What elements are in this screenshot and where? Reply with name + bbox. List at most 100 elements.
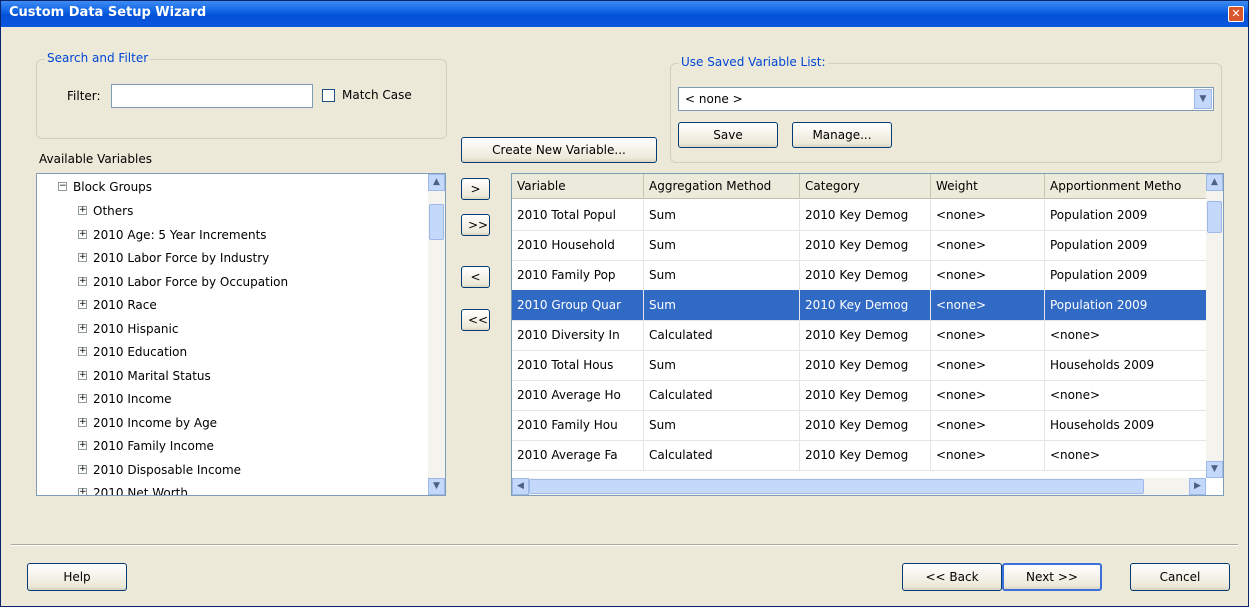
table-cell[interactable]: 2010 Key Demog [800, 380, 931, 410]
table-cell[interactable]: 2010 Family Hou [512, 410, 644, 440]
table-cell[interactable]: <none> [931, 230, 1045, 260]
expand-icon[interactable]: + [78, 300, 87, 309]
remove-button[interactable]: < [461, 266, 490, 288]
table-cell[interactable]: Households 2009 [1045, 410, 1208, 440]
table-row[interactable]: 2010 Group Quar Sum 2010 Key Demog <none> Po… [512, 290, 1208, 321]
table-cell[interactable]: Population 2009 [1045, 260, 1208, 290]
table-cell[interactable]: Sum [644, 350, 800, 380]
table-cell[interactable]: 2010 Key Demog [800, 350, 931, 380]
table-cell[interactable]: 2010 Key Demog [800, 440, 931, 470]
table-cell[interactable]: <none> [931, 380, 1045, 410]
grid-hscroll-thumb[interactable] [529, 479, 1144, 494]
collapse-icon[interactable]: − [58, 182, 67, 191]
filter-input[interactable] [111, 84, 313, 108]
available-variables-tree[interactable]: − Block Groups + Others +2010 Age: 5 Year … [36, 173, 446, 496]
table-cell[interactable]: <none> [931, 290, 1045, 320]
expand-icon[interactable]: + [78, 347, 87, 356]
table-cell[interactable]: 2010 Key Demog [800, 200, 931, 230]
column-header-weight[interactable]: Weight [931, 174, 1045, 198]
table-cell[interactable]: Population 2009 [1045, 230, 1208, 260]
table-cell[interactable]: Population 2009 [1045, 290, 1208, 320]
table-cell[interactable]: 2010 Average Fa [512, 440, 644, 470]
expand-icon[interactable]: + [78, 417, 87, 427]
help-button[interactable]: Help [27, 563, 127, 591]
table-cell[interactable]: 2010 Group Quar [512, 290, 644, 320]
scroll-down-icon[interactable]: ▼ [428, 478, 445, 495]
table-row[interactable]: 2010 Diversity In Calculated 2010 Key Demo… [512, 320, 1208, 351]
table-row[interactable]: 2010 Total Hous Sum 2010 Key Demog <none> Ho… [512, 350, 1208, 381]
column-header-aggregation[interactable]: Aggregation Method [644, 174, 800, 198]
table-cell[interactable]: <none> [1045, 380, 1208, 410]
expand-icon[interactable]: + [78, 206, 87, 215]
table-row[interactable]: 2010 Household Sum 2010 Key Demog <none> Pop… [512, 230, 1208, 261]
add-button[interactable]: > [461, 178, 490, 200]
grid-scroll-thumb[interactable] [1207, 201, 1222, 233]
table-cell[interactable]: <none> [1045, 440, 1208, 470]
table-row[interactable]: 2010 Average Ho Calculated 2010 Key Demog <… [512, 380, 1208, 411]
grid-vscroll[interactable]: ▲ ▼ [1206, 174, 1223, 478]
save-button[interactable]: Save [678, 122, 778, 148]
table-cell[interactable]: Calculated [644, 380, 800, 410]
table-cell[interactable]: 2010 Diversity In [512, 320, 644, 350]
table-cell[interactable]: 2010 Key Demog [800, 290, 931, 320]
close-icon[interactable]: ✕ [1228, 6, 1244, 22]
table-row[interactable]: 2010 Average Fa Calculated 2010 Key Demog <… [512, 440, 1208, 471]
table-cell[interactable]: 2010 Average Ho [512, 380, 644, 410]
expand-icon[interactable]: + [78, 370, 87, 380]
back-button[interactable]: << Back [902, 563, 1002, 591]
grid-hscroll[interactable]: ◀ ▶ [512, 478, 1206, 495]
expand-icon[interactable]: + [78, 441, 87, 450]
remove-all-button[interactable]: << [461, 309, 490, 331]
scroll-right-icon[interactable]: ▶ [1189, 478, 1206, 495]
table-cell[interactable]: Population 2009 [1045, 200, 1208, 230]
table-cell[interactable]: Calculated [644, 440, 800, 470]
table-cell[interactable]: 2010 Key Demog [800, 260, 931, 290]
table-row[interactable]: 2010 Family Hou Sum 2010 Key Demog <none> Ho… [512, 410, 1208, 441]
create-new-variable-button[interactable]: Create New Variable... [461, 137, 657, 163]
table-cell[interactable]: 2010 Household [512, 230, 644, 260]
add-all-button[interactable]: >> [461, 214, 490, 236]
table-cell[interactable]: 2010 Family Pop [512, 260, 644, 290]
table-cell[interactable]: <none> [1045, 320, 1208, 350]
match-case-checkbox[interactable] [322, 89, 335, 102]
table-cell[interactable]: <none> [931, 350, 1045, 380]
cancel-button[interactable]: Cancel [1130, 563, 1230, 591]
scroll-left-icon[interactable]: ◀ [512, 478, 529, 495]
table-cell[interactable]: Sum [644, 230, 800, 260]
table-cell[interactable]: <none> [931, 320, 1045, 350]
table-cell[interactable]: 2010 Total Popul [512, 200, 644, 230]
table-row[interactable]: 2010 Total Popul Sum 2010 Key Demog <none> P… [512, 200, 1208, 231]
saved-list-dropdown[interactable]: < none > ▼ [678, 87, 1214, 111]
table-cell[interactable]: <none> [931, 260, 1045, 290]
column-header-apportionment[interactable]: Apportionment Metho [1045, 174, 1208, 198]
scroll-up-icon[interactable]: ▲ [428, 174, 445, 191]
table-cell[interactable]: <none> [931, 410, 1045, 440]
expand-icon[interactable]: + [78, 229, 87, 239]
selected-variables-grid[interactable]: Variable Aggregation Method Category Wei… [511, 173, 1224, 496]
table-cell[interactable]: Sum [644, 200, 800, 230]
table-cell[interactable]: 2010 Total Hous [512, 350, 644, 380]
column-header-variable[interactable]: Variable [512, 174, 644, 198]
table-cell[interactable]: 2010 Key Demog [800, 320, 931, 350]
table-cell[interactable]: Sum [644, 260, 800, 290]
table-cell[interactable]: <none> [931, 200, 1045, 230]
expand-icon[interactable]: + [78, 464, 87, 474]
expand-icon[interactable]: + [78, 276, 87, 286]
table-cell[interactable]: Sum [644, 410, 800, 440]
scroll-up-icon[interactable]: ▲ [1206, 174, 1223, 191]
table-cell[interactable]: Calculated [644, 320, 800, 350]
table-row[interactable]: 2010 Family Pop Sum 2010 Key Demog <none> Po… [512, 260, 1208, 291]
table-cell[interactable]: Sum [644, 290, 800, 320]
tree-scroll-thumb[interactable] [429, 204, 444, 240]
scroll-down-icon[interactable]: ▼ [1206, 461, 1223, 478]
column-header-category[interactable]: Category [800, 174, 931, 198]
table-cell[interactable]: <none> [931, 440, 1045, 470]
next-button[interactable]: Next >> [1002, 563, 1102, 591]
table-cell[interactable]: Households 2009 [1045, 350, 1208, 380]
chevron-down-icon[interactable]: ▼ [1194, 89, 1212, 109]
expand-icon[interactable]: + [78, 253, 87, 262]
table-cell[interactable]: 2010 Key Demog [800, 230, 931, 260]
expand-icon[interactable]: + [78, 394, 87, 403]
expand-icon[interactable]: + [78, 488, 87, 495]
expand-icon[interactable]: + [78, 323, 87, 333]
